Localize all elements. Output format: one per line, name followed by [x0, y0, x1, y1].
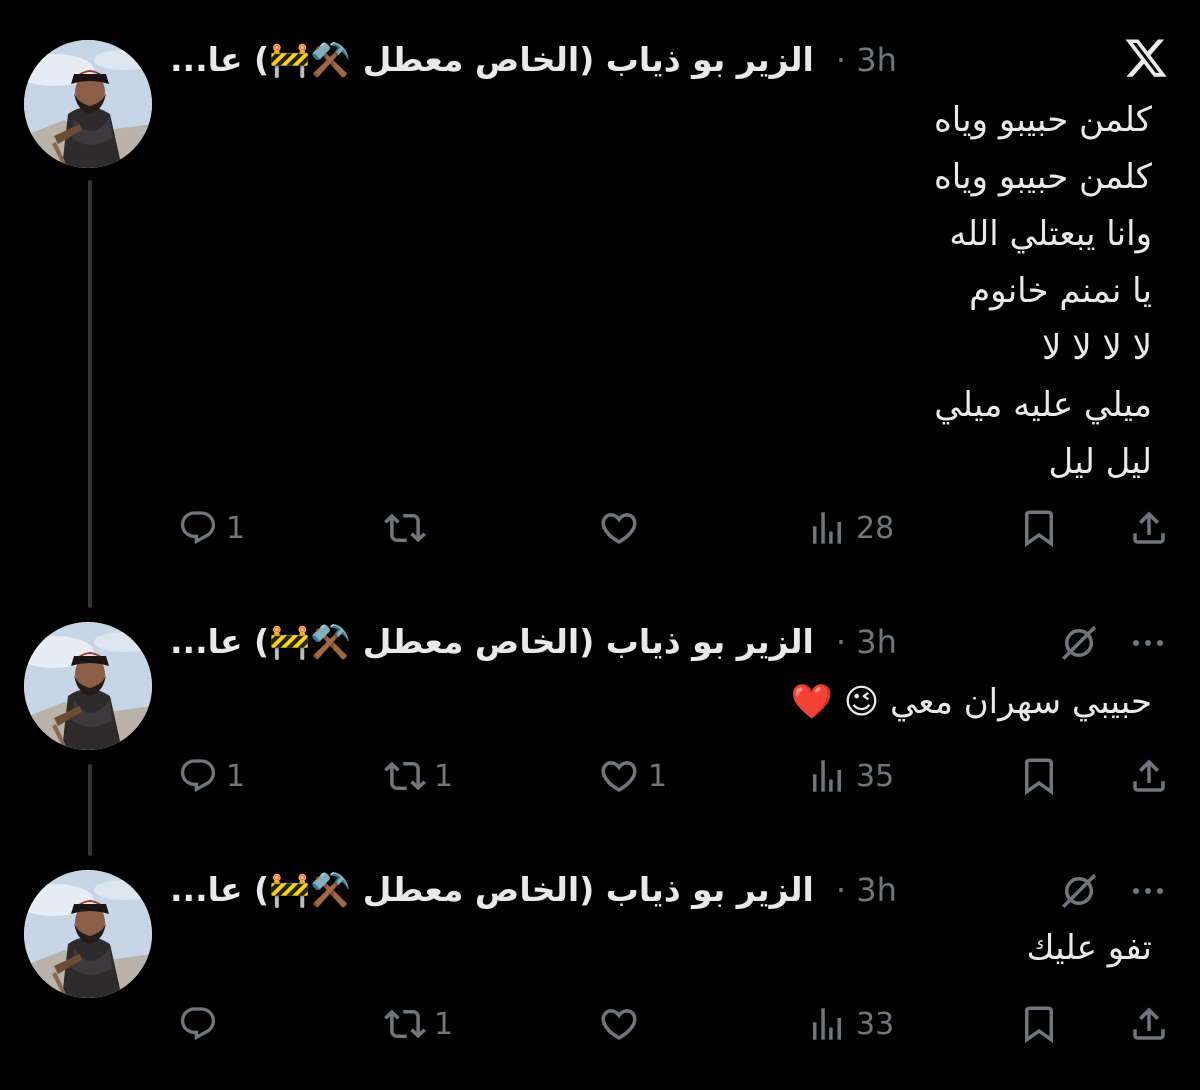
- timestamp[interactable]: · 3h: [836, 41, 897, 79]
- share-icon: [1128, 507, 1170, 549]
- action-bar: 1 28: [170, 498, 1180, 558]
- share-icon: [1128, 755, 1170, 797]
- avatar[interactable]: [24, 40, 152, 168]
- views-button[interactable]: 35: [806, 746, 894, 806]
- action-bar: 1 33: [170, 994, 1180, 1054]
- tweet-3[interactable]: الزير بو ذياب (الخاص معطل ⚒️🚧) عا... · 3…: [0, 850, 1200, 1090]
- avatar[interactable]: [24, 622, 152, 750]
- x-logo-icon[interactable]: [1118, 36, 1174, 84]
- repost-icon: [384, 1003, 426, 1045]
- more-options-icon[interactable]: [1124, 870, 1172, 912]
- share-icon: [1128, 1003, 1170, 1045]
- bookmark-button[interactable]: [1018, 498, 1060, 558]
- share-button[interactable]: [1128, 994, 1170, 1054]
- text-line: كلمن حبيبو وياه: [933, 157, 1152, 197]
- author-name[interactable]: الزير بو ذياب (الخاص معطل ⚒️🚧) عا...: [170, 870, 814, 910]
- like-count: 1: [648, 758, 668, 794]
- repost-button[interactable]: 1: [384, 746, 453, 806]
- thread-line: [88, 764, 92, 856]
- action-bar: 1 1 1 35: [170, 746, 1180, 806]
- reply-icon: [178, 1004, 218, 1044]
- timestamp[interactable]: · 3h: [836, 871, 897, 909]
- text-line: تفو عليك: [1026, 928, 1153, 968]
- repost-count: 1: [434, 1006, 454, 1042]
- timestamp[interactable]: · 3h: [836, 623, 897, 661]
- like-button[interactable]: 1: [598, 746, 667, 806]
- views-count: 28: [856, 510, 895, 546]
- thread-line: [88, 180, 92, 608]
- reply-button[interactable]: 1: [178, 746, 245, 806]
- avatar[interactable]: [24, 870, 152, 998]
- repost-icon: [384, 507, 426, 549]
- more-options-icon[interactable]: [1124, 622, 1172, 664]
- text-line: يا نمنم خانوم: [969, 271, 1152, 311]
- repost-count: 1: [434, 758, 454, 794]
- views-icon: [806, 1003, 848, 1045]
- like-button[interactable]: [598, 498, 648, 558]
- share-button[interactable]: [1128, 746, 1170, 806]
- tweet-2[interactable]: الزير بو ذياب (الخاص معطل ⚒️🚧) عا... · 3…: [0, 600, 1200, 856]
- reply-count: 1: [226, 758, 246, 794]
- reply-button[interactable]: 1: [178, 498, 245, 558]
- text-line: كلمن حبيبو وياه: [933, 100, 1152, 140]
- heart-icon: [598, 755, 640, 797]
- slashed-circle-icon[interactable]: [1056, 620, 1102, 666]
- text-line: وانا يبعتلي الله: [949, 214, 1152, 254]
- reply-icon: [178, 756, 218, 796]
- repost-button[interactable]: 1: [384, 994, 453, 1054]
- views-button[interactable]: 28: [806, 498, 894, 558]
- heart-icon: [598, 1003, 640, 1045]
- repost-button[interactable]: [384, 498, 434, 558]
- views-count: 35: [856, 758, 895, 794]
- slashed-circle-icon[interactable]: [1056, 868, 1102, 914]
- author-name[interactable]: الزير بو ذياب (الخاص معطل ⚒️🚧) عا...: [170, 40, 814, 80]
- bookmark-icon: [1018, 1003, 1060, 1045]
- text-line: ميلي عليه ميلي: [934, 385, 1152, 425]
- text-line: ليل ليل: [1048, 442, 1152, 482]
- tweet-text: حبيبي سهران معي 😉 ❤️: [791, 674, 1152, 731]
- author-name[interactable]: الزير بو ذياب (الخاص معطل ⚒️🚧) عا...: [170, 622, 814, 662]
- share-button[interactable]: [1128, 498, 1170, 558]
- tweet-text: كلمن حبيبو وياه كلمن حبيبو وياه وانا يبع…: [934, 92, 1152, 491]
- bookmark-icon: [1018, 755, 1060, 797]
- bookmark-button[interactable]: [1018, 746, 1060, 806]
- views-icon: [806, 507, 848, 549]
- reply-button[interactable]: [178, 994, 226, 1054]
- repost-icon: [384, 755, 426, 797]
- views-button[interactable]: 33: [806, 994, 894, 1054]
- tweet-1[interactable]: الزير بو ذياب (الخاص معطل ⚒️🚧) عا... · 3…: [0, 0, 1200, 608]
- bookmark-button[interactable]: [1018, 994, 1060, 1054]
- reply-count: 1: [226, 510, 246, 546]
- bookmark-icon: [1018, 507, 1060, 549]
- like-button[interactable]: [598, 994, 648, 1054]
- views-icon: [806, 755, 848, 797]
- tweet-text: تفو عليك: [1027, 920, 1153, 977]
- text-line: لا لا لا لا: [1042, 328, 1152, 368]
- views-count: 33: [856, 1006, 895, 1042]
- text-line: حبيبي سهران معي 😉 ❤️: [790, 682, 1152, 722]
- heart-icon: [598, 507, 640, 549]
- reply-icon: [178, 508, 218, 548]
